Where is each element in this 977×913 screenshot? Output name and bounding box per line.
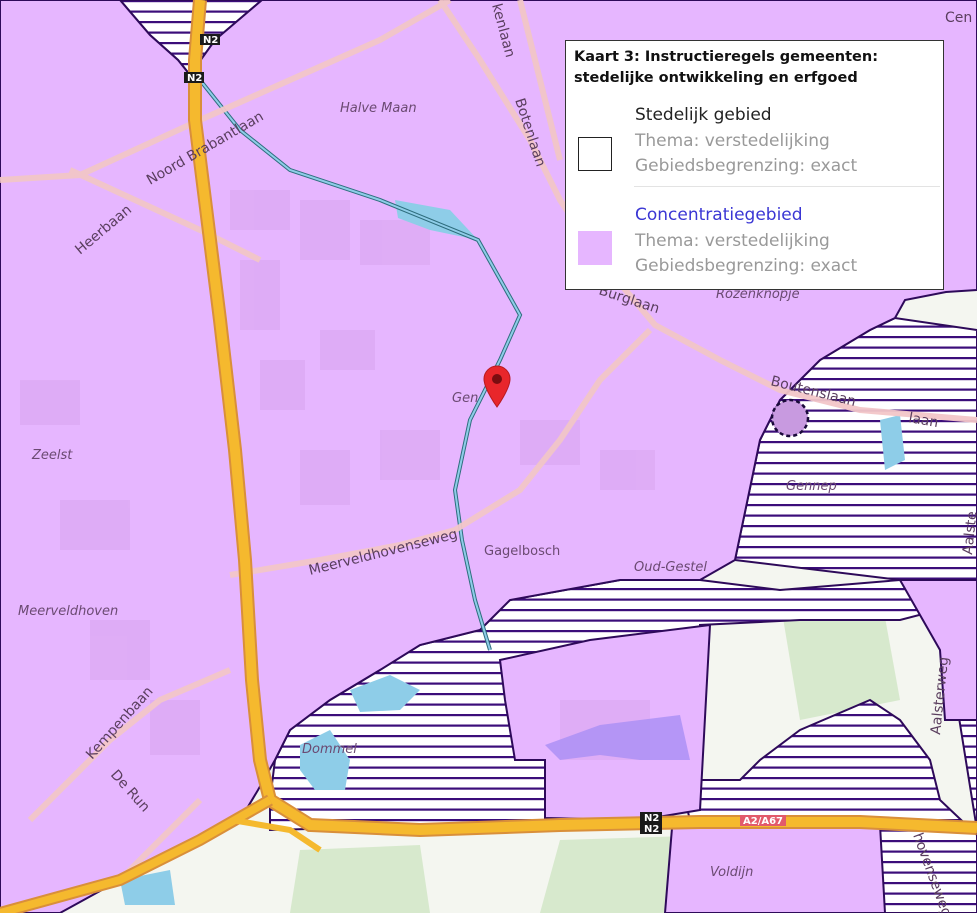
legend-item-begrenzing: Gebiedsbegrenzing: exact [635,256,858,276]
legend-item-name: Stedelijk gebied [635,105,772,125]
svg-text:Halve Maan: Halve Maan [340,101,417,116]
legend-panel: Kaart 3: Instructieregels gemeenten: ste… [565,40,944,290]
legend-item-thema: Thema: verstedelijking [635,231,830,251]
svg-text:Oud-Gestel: Oud-Gestel [634,560,707,575]
legend-divider [634,186,940,187]
legend-item-thema: Thema: verstedelijking [635,131,830,151]
svg-text:Voldijn: Voldijn [710,865,753,880]
legend-item-begrenzing: Gebiedsbegrenzing: exact [635,156,858,176]
location-pin-icon[interactable] [481,364,513,408]
svg-text:Meerveldhoven: Meerveldhoven [18,604,118,619]
legend-title: Kaart 3: Instructieregels gemeenten: ste… [574,49,879,86]
svg-text:Gagelbosch: Gagelbosch [484,544,560,559]
marked-site [770,398,810,438]
svg-text:Gen: Gen [452,391,478,406]
svg-text:N2: N2 [187,73,202,84]
svg-text:N2: N2 [644,824,659,835]
stedelijk-gebied-swatch [578,137,612,171]
svg-text:Cen: Cen [945,10,972,26]
svg-text:A2/A67: A2/A67 [743,816,783,827]
svg-text:Zeelst: Zeelst [31,448,73,463]
svg-text:Gennep: Gennep [786,479,837,494]
concentratiegebied-link[interactable]: Concentratiegebied [635,205,803,225]
svg-text:N2: N2 [644,813,659,824]
concentratiegebied-swatch [578,231,612,265]
svg-text:Dommel: Dommel [302,742,357,757]
svg-text:N2: N2 [203,35,218,46]
